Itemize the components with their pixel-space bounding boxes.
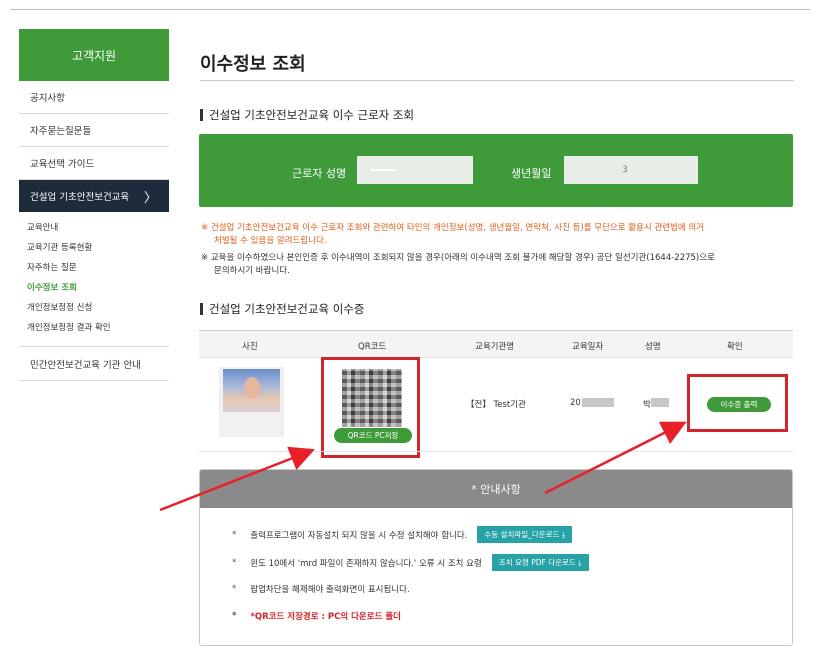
arrow-to-qr (159, 446, 315, 512)
arrow-to-print (544, 421, 687, 495)
annotation-arrows (159, 421, 687, 512)
